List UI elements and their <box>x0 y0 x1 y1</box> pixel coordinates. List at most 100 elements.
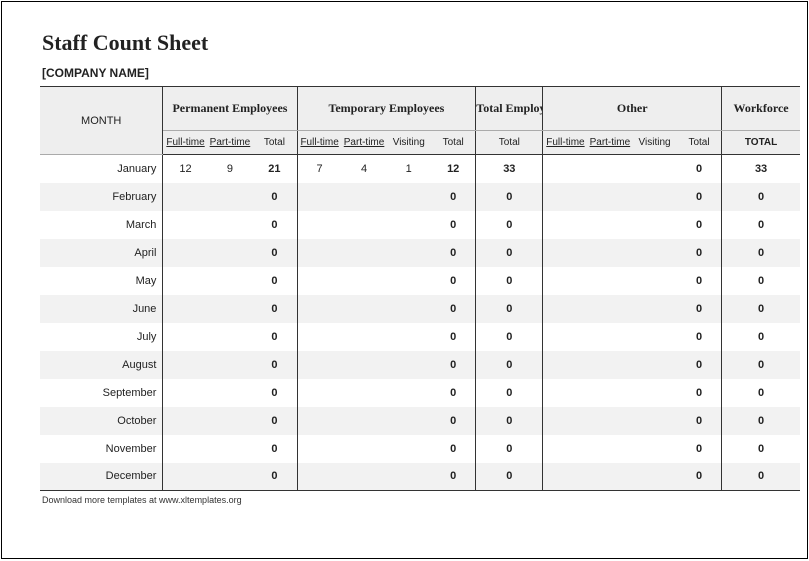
cell-temp-total: 0 <box>431 379 476 407</box>
cell-other-full <box>543 379 588 407</box>
table-row: April00000 <box>40 239 800 267</box>
cell-temp-visiting <box>386 463 431 491</box>
cell-perm-total: 0 <box>252 239 297 267</box>
cell-workforce-total: 0 <box>722 351 800 379</box>
cell-perm-full <box>163 463 208 491</box>
cell-workforce-total: 0 <box>722 267 800 295</box>
footer-text: Download more templates at www.xltemplat… <box>42 495 807 505</box>
sub-temp-total: Total <box>431 131 476 155</box>
cell-perm-full <box>163 267 208 295</box>
hdr-total-employees: Total Employees <box>476 87 543 131</box>
cell-month: September <box>40 379 163 407</box>
cell-temp-visiting <box>386 407 431 435</box>
cell-perm-total: 0 <box>252 323 297 351</box>
cell-other-part <box>588 239 633 267</box>
cell-workforce-total: 0 <box>722 435 800 463</box>
cell-temp-part <box>342 295 387 323</box>
cell-temp-visiting <box>386 211 431 239</box>
cell-other-total: 0 <box>677 239 722 267</box>
cell-workforce-total: 0 <box>722 295 800 323</box>
cell-other-visiting <box>632 323 677 351</box>
cell-other-part <box>588 267 633 295</box>
cell-total-employees: 0 <box>476 267 543 295</box>
cell-temp-full <box>297 407 342 435</box>
table-row: August00000 <box>40 351 800 379</box>
cell-other-part <box>588 407 633 435</box>
cell-total-employees: 0 <box>476 463 543 491</box>
cell-other-full <box>543 183 588 211</box>
cell-other-total: 0 <box>677 155 722 183</box>
cell-other-full <box>543 267 588 295</box>
cell-temp-total: 0 <box>431 239 476 267</box>
cell-month: December <box>40 463 163 491</box>
cell-perm-total: 0 <box>252 407 297 435</box>
cell-temp-part <box>342 183 387 211</box>
cell-temp-full <box>297 183 342 211</box>
cell-temp-part: 4 <box>342 155 387 183</box>
cell-perm-full <box>163 295 208 323</box>
cell-other-visiting <box>632 183 677 211</box>
cell-temp-full <box>297 267 342 295</box>
cell-total-employees: 0 <box>476 323 543 351</box>
cell-total-employees: 0 <box>476 211 543 239</box>
cell-other-part <box>588 211 633 239</box>
cell-perm-full <box>163 211 208 239</box>
cell-other-full <box>543 211 588 239</box>
cell-other-total: 0 <box>677 267 722 295</box>
cell-temp-full <box>297 295 342 323</box>
cell-temp-part <box>342 351 387 379</box>
cell-other-part <box>588 379 633 407</box>
cell-other-visiting <box>632 211 677 239</box>
cell-temp-visiting: 1 <box>386 155 431 183</box>
cell-temp-total: 0 <box>431 407 476 435</box>
cell-other-full <box>543 323 588 351</box>
table-row: November00000 <box>40 435 800 463</box>
sub-perm-full: Full-time <box>163 131 208 155</box>
cell-other-full <box>543 463 588 491</box>
cell-total-employees: 0 <box>476 379 543 407</box>
hdr-workforce: Workforce <box>722 87 800 131</box>
cell-perm-total: 0 <box>252 351 297 379</box>
cell-total-employees: 0 <box>476 295 543 323</box>
table-row: May00000 <box>40 267 800 295</box>
hdr-temporary: Temporary Employees <box>297 87 476 131</box>
cell-total-employees: 0 <box>476 351 543 379</box>
cell-other-visiting <box>632 463 677 491</box>
cell-perm-part <box>208 351 253 379</box>
cell-perm-total: 0 <box>252 379 297 407</box>
cell-temp-part <box>342 379 387 407</box>
cell-workforce-total: 0 <box>722 407 800 435</box>
cell-perm-part <box>208 463 253 491</box>
cell-other-visiting <box>632 379 677 407</box>
table-row: June00000 <box>40 295 800 323</box>
cell-perm-total: 21 <box>252 155 297 183</box>
table-row: February00000 <box>40 183 800 211</box>
cell-workforce-total: 0 <box>722 463 800 491</box>
cell-other-total: 0 <box>677 351 722 379</box>
cell-temp-part <box>342 267 387 295</box>
cell-temp-total: 12 <box>431 155 476 183</box>
cell-other-part <box>588 463 633 491</box>
cell-other-visiting <box>632 351 677 379</box>
cell-other-part <box>588 295 633 323</box>
cell-temp-visiting <box>386 351 431 379</box>
staff-count-table: MONTH Permanent Employees Temporary Empl… <box>40 86 800 491</box>
cell-month: May <box>40 267 163 295</box>
cell-temp-total: 0 <box>431 267 476 295</box>
cell-perm-part <box>208 239 253 267</box>
cell-temp-total: 0 <box>431 435 476 463</box>
cell-other-full <box>543 155 588 183</box>
cell-total-employees: 0 <box>476 239 543 267</box>
sub-perm-total: Total <box>252 131 297 155</box>
cell-other-part <box>588 323 633 351</box>
cell-other-full <box>543 295 588 323</box>
cell-other-full <box>543 407 588 435</box>
cell-perm-part <box>208 295 253 323</box>
cell-perm-part <box>208 183 253 211</box>
cell-temp-part <box>342 435 387 463</box>
sub-other-full: Full-time <box>543 131 588 155</box>
cell-temp-visiting <box>386 323 431 351</box>
cell-temp-total: 0 <box>431 211 476 239</box>
cell-temp-full <box>297 379 342 407</box>
cell-perm-total: 0 <box>252 211 297 239</box>
